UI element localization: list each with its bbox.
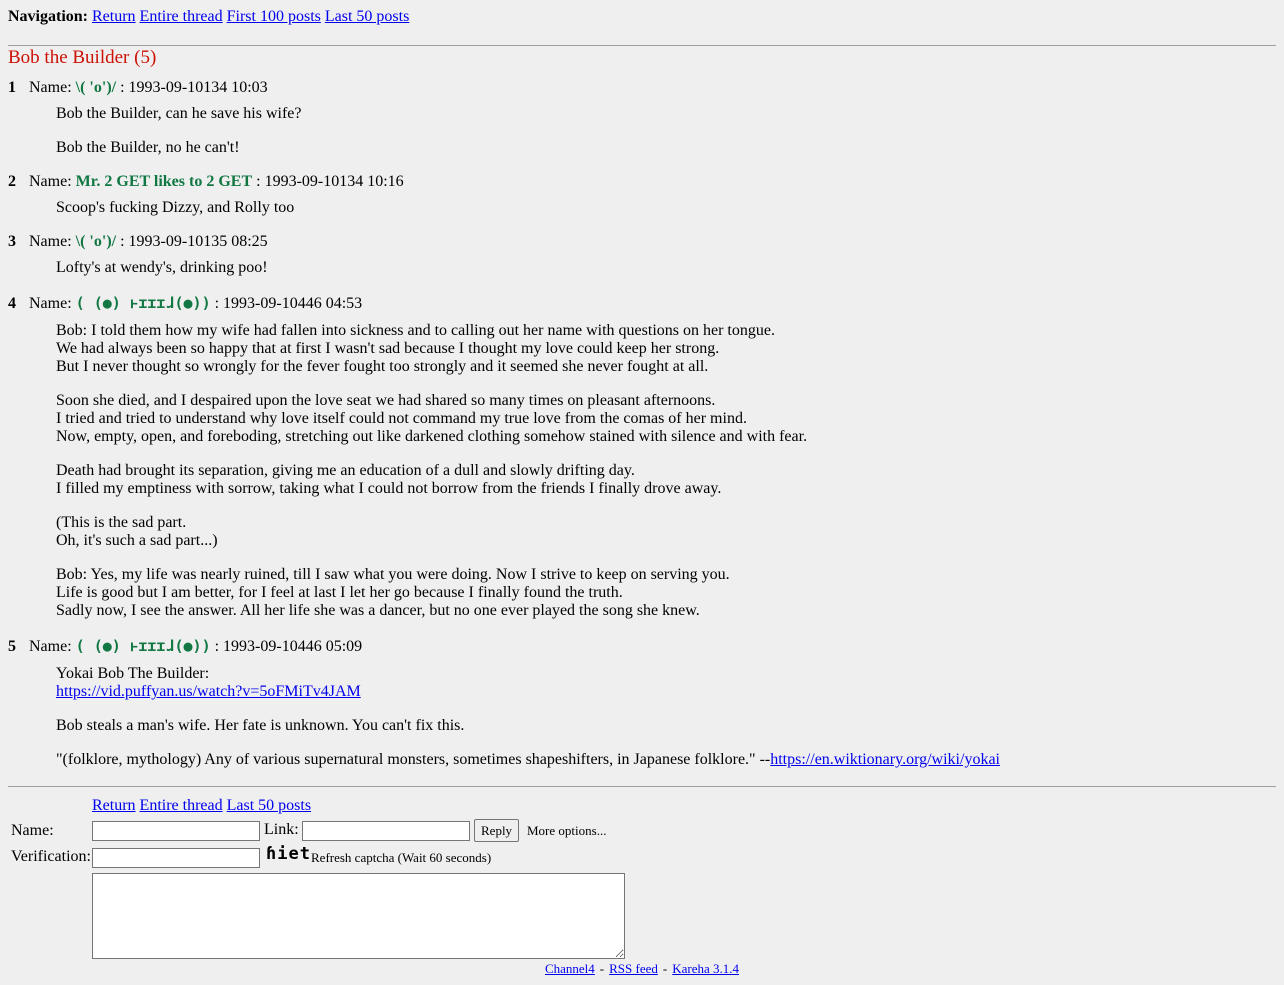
post-line: Scoop's fucking Dizzy, and Rolly too: [56, 199, 295, 216]
link-field[interactable]: [302, 821, 470, 841]
post-date: : 1993-09-10446 04:53: [214, 295, 363, 312]
post-line: We had always been so happy that at firs…: [56, 340, 720, 357]
name-label: Name:: [29, 233, 72, 250]
post-header: 4 Name: ( (●) ͱɪɪɪɺ(●)) : 1993-09-10446 …: [8, 294, 362, 313]
post-body: Yokai Bob The Builder: https://vid.puffy…: [56, 665, 1000, 769]
post-line: Bob: Yes, my life was nearly ruined, til…: [56, 566, 730, 583]
post-line: Bob: I told them how my wife had fallen …: [56, 322, 775, 339]
post-line: Soon she died, and I despaired upon the …: [56, 392, 716, 409]
form-return-link[interactable]: Return: [92, 797, 136, 814]
nav-return-link[interactable]: Return: [92, 8, 136, 25]
post-body: Bob the Builder, can he save his wife? B…: [56, 105, 302, 157]
post-paragraph: Bob the Builder, can he save his wife?: [56, 105, 302, 123]
post-line: Bob the Builder, no he can't!: [56, 139, 240, 156]
post-line: Bob steals a man's wife. Her fate is unk…: [56, 717, 465, 734]
footer-channel4-link[interactable]: Channel4: [545, 961, 595, 976]
post-body: Lofty's at wendy's, drinking poo!: [56, 259, 268, 277]
post-paragraph: Bob: I told them how my wife had fallen …: [56, 322, 807, 376]
post-line: Lofty's at wendy's, drinking poo!: [56, 259, 268, 276]
wiktionary-link[interactable]: https://en.wiktionary.org/wiki/yokai: [770, 751, 1000, 768]
verification-label: Verification:: [11, 848, 91, 865]
post-line: I filled my emptiness with sorrow, takin…: [56, 480, 722, 497]
form-entire-thread-link[interactable]: Entire thread: [140, 797, 223, 814]
post-number: 4: [8, 295, 16, 312]
post-line: Death had brought its separation, giving…: [56, 462, 635, 479]
name-label: Name:: [29, 295, 72, 312]
poster-name: ( (●) ͱɪɪɪɺ(●)): [75, 637, 211, 655]
post-paragraph: "(folklore, mythology) Any of various su…: [56, 751, 1000, 769]
nav-entire-thread-link[interactable]: Entire thread: [140, 8, 223, 25]
footer-separator: -: [662, 961, 668, 976]
post-line: But I never thought so wrongly for the f…: [56, 358, 709, 375]
post-paragraph: Bob: Yes, my life was nearly ruined, til…: [56, 566, 807, 620]
post-line: Yokai Bob The Builder:: [56, 665, 210, 682]
footer-rss-link[interactable]: RSS feed: [609, 961, 658, 976]
poster-name: Mr. 2 GET likes to 2 GET: [75, 173, 253, 190]
comment-textarea[interactable]: [92, 873, 625, 959]
post-paragraph: Scoop's fucking Dizzy, and Rolly too: [56, 199, 294, 217]
post-line: I tried and tried to understand why love…: [56, 410, 747, 427]
name-label: Name:: [29, 638, 72, 655]
poster-name: \( 'o')/: [75, 233, 117, 250]
refresh-captcha-link[interactable]: Refresh captcha (Wait 60 seconds): [311, 850, 491, 866]
post-line: "(folklore, mythology) Any of various su…: [56, 751, 771, 768]
thread-title: Bob the Builder (5): [8, 47, 157, 68]
more-options-link[interactable]: More options...: [527, 823, 606, 839]
bottom-divider: [8, 786, 1276, 787]
name-label: Name:: [29, 173, 72, 190]
post-body: Scoop's fucking Dizzy, and Rolly too: [56, 199, 294, 217]
post-line: Sadly now, I see the answer. All her lif…: [56, 602, 700, 619]
post-paragraph: Yokai Bob The Builder: https://vid.puffy…: [56, 665, 1000, 701]
post-number: 5: [8, 638, 16, 655]
verification-field[interactable]: [92, 848, 260, 868]
poster-name: ( (●) ͱɪɪɪɺ(●)): [75, 294, 211, 312]
name-field[interactable]: [92, 821, 260, 841]
post-line: Life is good but I am better, for I feel…: [56, 584, 623, 601]
post-number: 1: [8, 79, 16, 96]
footer: Channel4- RSS feed - Kareha 3.1.4: [0, 961, 1284, 977]
name-label: Name:: [29, 79, 72, 96]
post-line: Now, empty, open, and foreboding, stretc…: [56, 428, 808, 445]
post-date: : 1993-09-10134 10:16: [256, 173, 404, 190]
post-paragraph: Lofty's at wendy's, drinking poo!: [56, 259, 268, 277]
nav-first-100-link[interactable]: First 100 posts: [227, 8, 321, 25]
post-header: 5 Name: ( (●) ͱɪɪɪɺ(●)) : 1993-09-10446 …: [8, 637, 362, 656]
post-line: Oh, it's such a sad part...): [56, 532, 218, 549]
footer-kareha-link[interactable]: Kareha 3.1.4: [672, 961, 739, 976]
post-date: : 1993-09-10135 08:25: [120, 233, 268, 250]
name-field-label: Name:: [11, 822, 54, 839]
post-line: (This is the sad part.: [56, 514, 187, 531]
navigation-label: Navigation:: [8, 8, 88, 25]
link-field-label: Link:: [264, 821, 299, 838]
post-number: 2: [8, 173, 16, 190]
form-last-50-link[interactable]: Last 50 posts: [227, 797, 311, 814]
post-paragraph: Death had brought its separation, giving…: [56, 462, 807, 498]
post-paragraph: (This is the sad part. Oh, it's such a s…: [56, 514, 807, 550]
post-line: Bob the Builder, can he save his wife?: [56, 105, 302, 122]
post-header: 3 Name: \( 'o')/ : 1993-09-10135 08:25: [8, 233, 268, 251]
footer-separator: -: [599, 961, 605, 976]
post-date: : 1993-09-10134 10:03: [120, 79, 268, 96]
video-link[interactable]: https://vid.puffyan.us/watch?v=5oFMiTv4J…: [56, 683, 361, 700]
captcha-image: ɦiet: [266, 844, 311, 864]
poster-name: \( 'o')/: [75, 79, 117, 96]
post-header: 1 Name: \( 'o')/ : 1993-09-10134 10:03: [8, 79, 268, 97]
navigation-bar: Navigation: Return Entire thread First 1…: [8, 8, 409, 26]
post-number: 3: [8, 233, 16, 250]
post-paragraph: Bob the Builder, no he can't!: [56, 139, 302, 157]
reply-button[interactable]: Reply: [474, 819, 520, 842]
post-paragraph: Soon she died, and I despaired upon the …: [56, 392, 807, 446]
top-divider: [8, 45, 1276, 46]
post-header: 2 Name: Mr. 2 GET likes to 2 GET : 1993-…: [8, 173, 404, 191]
post-body: Bob: I told them how my wife had fallen …: [56, 322, 807, 620]
reply-form-links: Return Entire thread Last 50 posts: [92, 797, 311, 815]
post-date: : 1993-09-10446 05:09: [214, 638, 363, 655]
nav-last-50-link[interactable]: Last 50 posts: [325, 8, 409, 25]
post-paragraph: Bob steals a man's wife. Her fate is unk…: [56, 717, 1000, 735]
